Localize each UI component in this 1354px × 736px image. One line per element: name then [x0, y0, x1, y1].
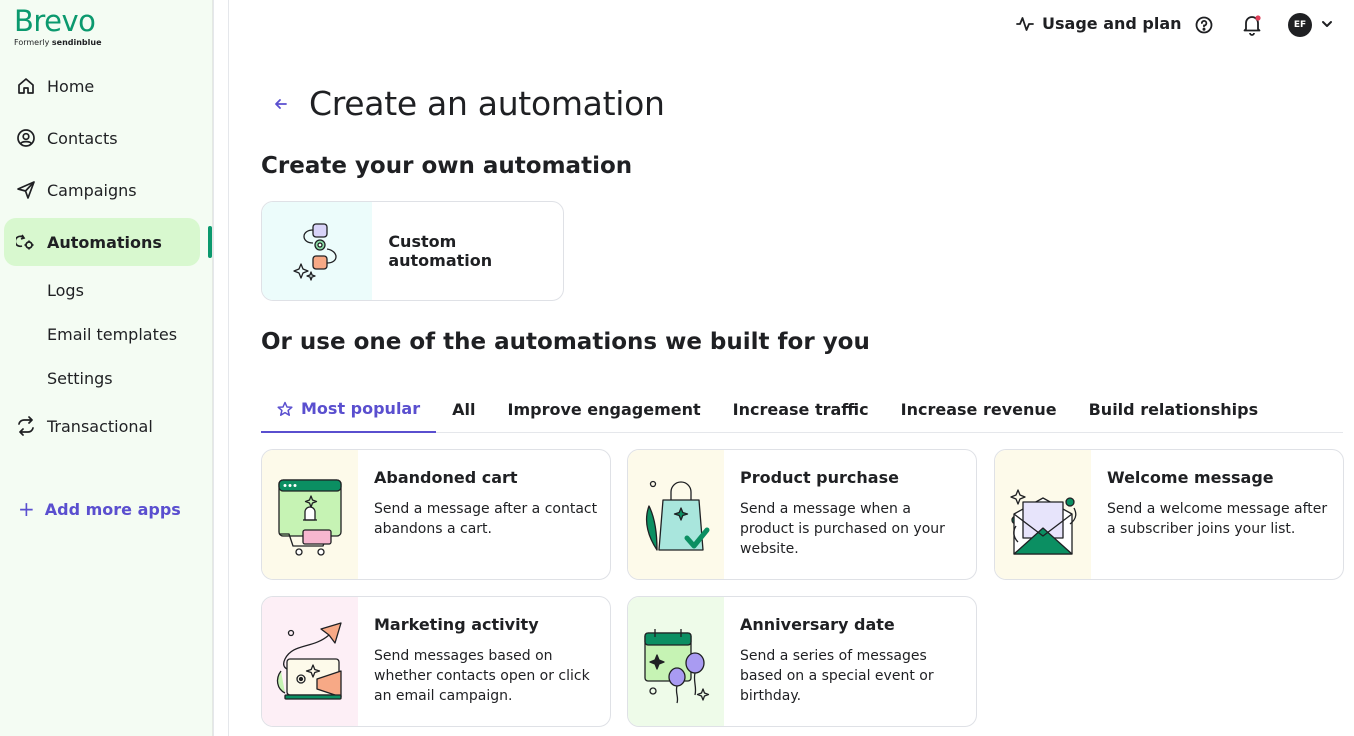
home-icon [16, 76, 36, 96]
welcome-message-illustration [995, 450, 1091, 579]
sidebar-collapse-rail[interactable] [213, 0, 229, 736]
custom-automation-label: Custom automation [388, 232, 493, 270]
bell-icon [1243, 15, 1261, 36]
plus-icon: + [18, 497, 35, 521]
active-nav-indicator [208, 226, 212, 258]
sidebar-item-label: Home [47, 76, 95, 96]
automation-card-marketing-activity[interactable]: Marketing activity Send messages based o… [261, 596, 611, 727]
sidebar-item-contacts[interactable]: Contacts [4, 114, 200, 162]
card-title: Welcome message [1107, 468, 1274, 487]
sidebar-item-label: Contacts [47, 128, 118, 148]
brevo-logo[interactable]: Brevo Formerly sendinblue [14, 4, 102, 48]
card-title: Anniversary date [740, 615, 895, 634]
logo-former-name: sendinblue [51, 38, 102, 47]
product-purchase-illustration [628, 450, 724, 579]
transactional-icon [16, 416, 36, 436]
sidebar-subitem-email-templates[interactable]: Email templates [47, 325, 177, 344]
sidebar: Brevo Formerly sendinblue Home Contacts … [0, 0, 213, 736]
card-description: Send a message after a contact abandons … [374, 501, 598, 537]
logo-formerly: Formerly [14, 38, 50, 47]
contacts-icon [16, 128, 36, 148]
card-description: Send messages based on whether contacts … [374, 648, 590, 704]
help-button[interactable] [1194, 15, 1214, 35]
sidebar-subitem-settings[interactable]: Settings [47, 369, 113, 388]
category-tabs: Most popular All Improve engagement Incr… [261, 386, 1343, 433]
card-title: Marketing activity [374, 615, 539, 634]
star-icon [277, 401, 293, 416]
tab-label: Most popular [301, 399, 421, 418]
activity-icon [1016, 16, 1034, 31]
marketing-activity-illustration [262, 597, 358, 726]
sidebar-item-automations[interactable]: Automations [4, 218, 200, 266]
tab-all[interactable]: All [436, 386, 491, 433]
avatar[interactable]: EF [1288, 13, 1312, 37]
arrow-left-icon [275, 99, 287, 109]
add-more-apps-link[interactable]: + Add more apps [18, 497, 181, 521]
sidebar-item-home[interactable]: Home [4, 62, 200, 110]
logo-subtitle: Formerly sendinblue [14, 38, 102, 48]
card-description: Send a series of messages based on a spe… [740, 648, 934, 704]
sidebar-item-label: Campaigns [47, 180, 137, 200]
sidebar-item-label: Transactional [47, 416, 153, 436]
automation-card-product-purchase[interactable]: Product purchase Send a message when a p… [627, 449, 977, 580]
custom-automation-illustration [262, 202, 373, 300]
logo-wordmark: Brevo [14, 4, 96, 38]
card-title: Abandoned cart [374, 468, 518, 487]
usage-and-plan-button[interactable]: Usage and plan [1016, 14, 1182, 33]
send-icon [16, 180, 36, 200]
tab-improve-engagement[interactable]: Improve engagement [491, 386, 716, 433]
notifications-button[interactable] [1242, 14, 1262, 36]
page-title: Create an automation [309, 84, 665, 123]
tab-increase-revenue[interactable]: Increase revenue [885, 386, 1073, 433]
tab-increase-traffic[interactable]: Increase traffic [717, 386, 885, 433]
own-automation-heading: Create your own automation [261, 153, 633, 179]
add-more-apps-label: Add more apps [44, 499, 181, 519]
automation-card-abandoned-cart[interactable]: Abandoned cart Send a message after a co… [261, 449, 611, 580]
anniversary-date-illustration [628, 597, 724, 726]
builtin-automations-heading: Or use one of the automations we built f… [261, 329, 870, 355]
automation-card-welcome-message[interactable]: Welcome message Send a welcome message a… [994, 449, 1344, 580]
tab-most-popular[interactable]: Most popular [261, 386, 437, 433]
automation-icon [16, 232, 36, 252]
account-menu-toggle[interactable] [1320, 17, 1334, 31]
automation-card-anniversary-date[interactable]: Anniversary date Send a series of messag… [627, 596, 977, 727]
abandoned-cart-illustration [262, 450, 358, 579]
sidebar-item-label: Automations [47, 232, 162, 252]
tab-build-relationships[interactable]: Build relationships [1073, 386, 1275, 433]
sidebar-item-campaigns[interactable]: Campaigns [4, 166, 200, 214]
usage-and-plan-label: Usage and plan [1042, 14, 1182, 33]
custom-automation-card[interactable]: Custom automation [261, 201, 564, 301]
card-description: Send a message when a product is purchas… [740, 501, 945, 557]
card-title: Product purchase [740, 468, 899, 487]
help-icon [1195, 16, 1213, 34]
avatar-initials: EF [1293, 20, 1307, 30]
card-description: Send a welcome message after a subscribe… [1107, 501, 1328, 537]
back-button[interactable] [272, 94, 290, 118]
chevron-down-icon [1322, 21, 1332, 27]
sidebar-item-transactional[interactable]: Transactional [4, 402, 200, 450]
sidebar-subitem-logs[interactable]: Logs [47, 281, 84, 300]
